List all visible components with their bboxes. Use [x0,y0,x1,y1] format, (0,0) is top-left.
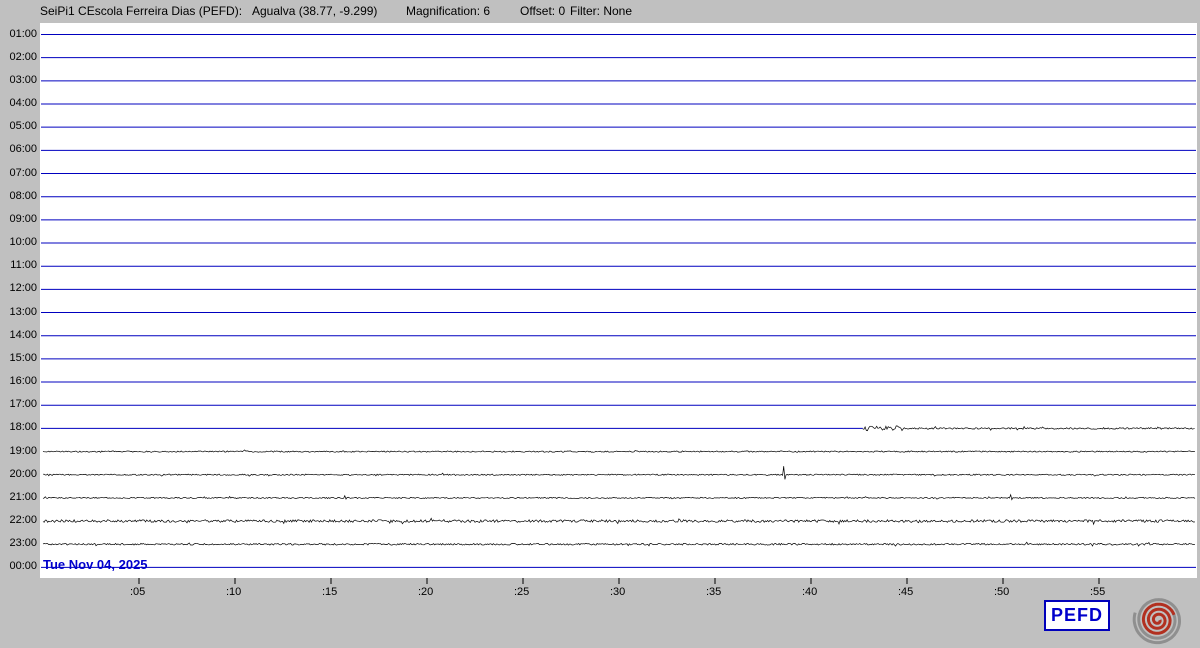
hour-label: 11:00 [10,259,37,272]
hour-label: 02:00 [9,50,37,63]
spiral-logo [1132,598,1181,645]
date-label: Tue Nov 04, 2025 [43,557,148,572]
logo-spiral-inner [1141,602,1176,635]
hour-label: 22:00 [9,514,37,527]
hour-label: 00:00 [9,560,37,573]
hour-label: 03:00 [9,73,37,86]
logo-spiral-outer [1132,598,1181,645]
hour-label: 23:00 [9,537,37,550]
x-tick-label: :55 [1090,586,1106,598]
hour-label: 16:00 [9,375,37,388]
x-tick-label: :25 [514,586,530,598]
hour-label: 14:00 [9,328,37,341]
hour-label: 10:00 [9,236,37,249]
hour-label: 18:00 [9,421,37,434]
hour-label: 15:00 [9,351,37,364]
hour-label: 19:00 [9,444,37,457]
x-tick-label: :35 [706,586,722,598]
hour-label: 21:00 [9,490,37,503]
hour-label: 07:00 [9,166,37,179]
x-tick-label: :10 [226,586,242,598]
station-badge: PEFD [1044,600,1110,631]
hour-label: 01:00 [9,27,37,40]
hour-label: 09:00 [9,212,37,225]
x-tick-label: :40 [802,586,818,598]
hour-label: 12:00 [9,282,37,295]
x-tick-label: :45 [898,586,914,598]
x-tick-label: :30 [610,586,626,598]
helicorder-plot[interactable] [0,0,1200,648]
hour-label: 06:00 [9,143,37,156]
hour-label: 17:00 [9,398,37,411]
x-tick-label: :20 [418,586,434,598]
x-tick-label: :15 [322,586,338,598]
x-tick-label: :50 [994,586,1010,598]
hour-label: 13:00 [9,305,37,318]
hour-label: 08:00 [9,189,37,202]
x-tick-label: :05 [130,586,146,598]
hour-label: 20:00 [9,467,37,480]
hour-label: 05:00 [9,120,37,133]
plot-background[interactable] [40,23,1197,578]
hour-label: 04:00 [9,97,37,109]
